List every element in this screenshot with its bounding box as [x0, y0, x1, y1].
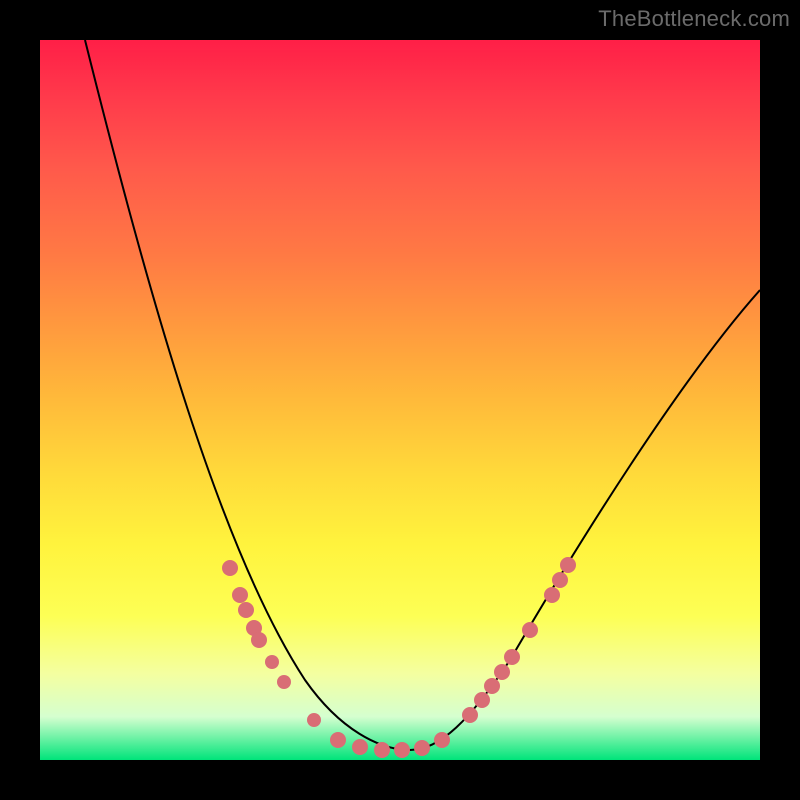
plot-area: [40, 40, 760, 760]
data-point: [330, 732, 346, 748]
data-point: [265, 655, 279, 669]
data-point: [232, 587, 248, 603]
data-point: [277, 675, 291, 689]
curve-path: [85, 40, 760, 750]
series-group: [85, 40, 760, 750]
data-point: [522, 622, 538, 638]
data-point: [394, 742, 410, 758]
data-point: [434, 732, 450, 748]
data-point: [484, 678, 500, 694]
data-point: [560, 557, 576, 573]
data-point: [474, 692, 490, 708]
data-point: [462, 707, 478, 723]
data-point: [504, 649, 520, 665]
data-point: [352, 739, 368, 755]
curve-svg: [40, 40, 760, 760]
data-point: [251, 632, 267, 648]
data-point: [307, 713, 321, 727]
data-point: [238, 602, 254, 618]
chart-frame: TheBottleneck.com: [0, 0, 800, 800]
data-point: [494, 664, 510, 680]
data-point: [374, 742, 390, 758]
data-point: [222, 560, 238, 576]
data-point: [544, 587, 560, 603]
data-point: [414, 740, 430, 756]
points-group: [222, 557, 576, 758]
data-point: [552, 572, 568, 588]
watermark-text: TheBottleneck.com: [598, 6, 790, 32]
